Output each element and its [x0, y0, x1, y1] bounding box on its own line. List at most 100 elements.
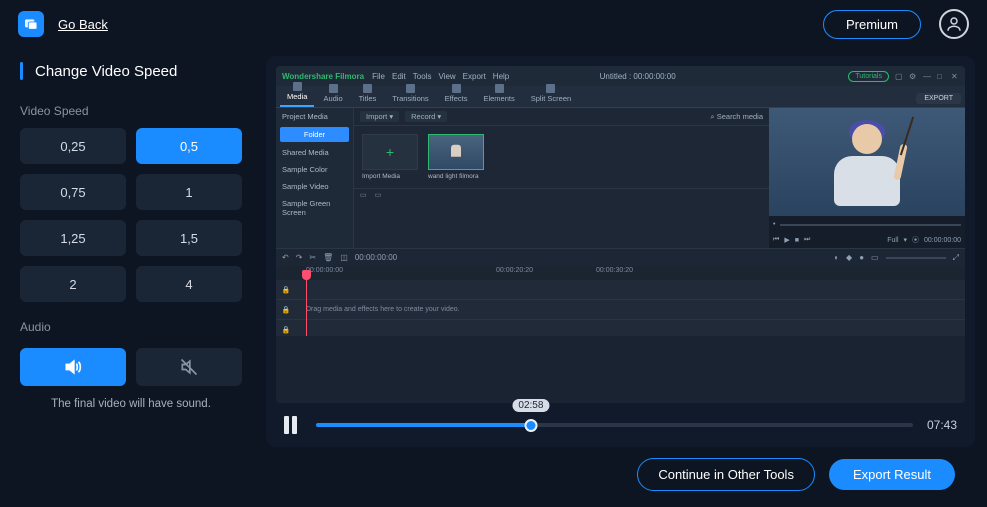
editor-mid-bar: Import ▾ Record ▾ ⌕ Search media [354, 108, 769, 126]
speed-option-0-25[interactable]: 0,25 [20, 128, 126, 164]
speaker-on-icon [63, 357, 83, 377]
content: Wondershare Filmora FileEditToolsViewExp… [262, 48, 987, 507]
preview-person [832, 118, 902, 206]
clip-tile[interactable]: wand light filmora [428, 134, 484, 180]
editor-left-item[interactable]: Sample Color [276, 161, 353, 178]
editor-menu-tools[interactable]: Tools [413, 72, 432, 81]
window-max-icon[interactable]: □ [937, 72, 945, 81]
import-media-tile[interactable]: + Import Media [362, 134, 418, 180]
sidebar: Change Video Speed Video Speed 0,250,50,… [0, 48, 262, 507]
pv-prev-icon[interactable]: ⏮ [773, 236, 779, 244]
editor-screenshot: Wondershare Filmora FileEditToolsViewExp… [276, 66, 965, 403]
tutorials-pill[interactable]: Tutorials [848, 71, 889, 82]
seek-track[interactable]: 02:58 [316, 416, 913, 434]
preview-controls: ⏮ ▶ ■ ⏭ Full ▾ ⦿ 00:00:00:00 [769, 232, 965, 248]
audio-desc: The final video will have sound. [20, 398, 242, 410]
editor-tab-transitions[interactable]: Transitions [385, 81, 435, 107]
speed-grid: 0,25 0,5 0,75 1 1,25 1,5 24 [20, 128, 242, 302]
tl-render-icon[interactable]: ▭ [871, 253, 879, 262]
tl-marker-icon[interactable]: ◆ [846, 253, 852, 262]
clip-thumbnail [429, 135, 483, 169]
go-back-link[interactable]: Go Back [58, 17, 108, 32]
editor-preview-col: • ⏮ ▶ ■ ⏭ Full ▾ ⦿ 00:00:00:00 [769, 108, 965, 248]
pv-full-label[interactable]: Full [887, 237, 898, 244]
plus-icon: + [386, 144, 394, 160]
editor-menu: File Edit Tools View Export Help [372, 72, 509, 81]
speed-option-2[interactable]: 2 [20, 266, 126, 302]
continue-other-tools-button[interactable]: Continue in Other Tools [637, 458, 815, 491]
accent-bar [20, 62, 23, 80]
premium-button[interactable]: Premium [823, 10, 921, 39]
pause-button[interactable] [284, 416, 302, 434]
main: Change Video Speed Video Speed 0,250,50,… [0, 48, 987, 507]
editor-left-item[interactable]: Shared Media [276, 144, 353, 161]
speed-option-1-25[interactable]: 1,25 [20, 220, 126, 256]
tl-cut-icon[interactable]: ✂ [309, 253, 316, 262]
editor-left-col: Project Media Folder Shared MediaSample Co… [276, 108, 354, 248]
speed-option-1-5[interactable]: 1,5 [136, 220, 242, 256]
tl-mixer-icon[interactable]: ◐ [834, 253, 839, 262]
editor-body: Project Media Folder Shared MediaSample Co… [276, 108, 965, 248]
preview-panel: Wondershare Filmora FileEditToolsViewExp… [266, 56, 975, 447]
editor-menu-help[interactable]: Help [493, 72, 509, 81]
player-bar: 02:58 07:43 [266, 403, 975, 447]
tl-record-icon[interactable]: ● [859, 253, 864, 262]
editor-left-item[interactable]: Folder [280, 127, 349, 142]
speed-option-0-75[interactable]: 0,75 [20, 174, 126, 210]
sidebar-title: Change Video Speed [35, 63, 177, 80]
pv-play-icon[interactable]: ▶ [784, 236, 789, 244]
window-settings-icon[interactable]: ⚙ [909, 72, 917, 81]
record-dropdown[interactable]: Record ▾ [405, 111, 447, 122]
editor-tab-effects[interactable]: Effects [438, 81, 475, 107]
audio-off-button[interactable] [136, 348, 242, 386]
editor-media-grid: + Import Media wand light filmora [354, 126, 769, 188]
tl-redo-icon[interactable]: ↷ [296, 253, 303, 262]
editor-menu-view[interactable]: View [438, 72, 455, 81]
window-min-icon[interactable]: — [923, 72, 931, 81]
editor-menu-file[interactable]: File [372, 72, 385, 81]
window-export-icon[interactable]: ▢ [895, 72, 903, 81]
editor-tab-titles[interactable]: Titles [352, 81, 384, 107]
pv-snapshot-icon[interactable]: ⦿ [912, 235, 919, 245]
ruler-time: 00:00:00:00 [306, 267, 343, 274]
editor-menu-export[interactable]: Export [463, 72, 486, 81]
tl-crop-icon[interactable]: ◫ [340, 253, 348, 262]
profile-icon[interactable] [939, 9, 969, 39]
drag-hint: Drag media and effects here to create yo… [296, 306, 460, 313]
pv-next-icon[interactable]: ⏭ [804, 236, 810, 244]
speed-option-4[interactable]: 4 [136, 266, 242, 302]
editor-tab-split-screen[interactable]: Split Screen [524, 81, 578, 107]
timeline-toolbar: ↶ ↷ ✂ 🗑 ◫ 00:00:00:00 ◐ ◆ ● ▭ ⤢ [276, 248, 965, 266]
editor-tab-elements[interactable]: Elements [476, 81, 521, 107]
editor-left-item[interactable]: Sample Green Screen [276, 195, 353, 221]
audio-on-button[interactable] [20, 348, 126, 386]
preview-seekbar[interactable]: • [769, 216, 965, 232]
editor-left-bottombar: ▭▭ [354, 188, 769, 200]
timeline-tracks[interactable]: 🔒 🔒Drag media and effects here to create… [276, 280, 965, 336]
window-close-icon[interactable]: ✕ [951, 72, 959, 81]
playhead-icon[interactable] [306, 280, 307, 336]
editor-left-item[interactable]: Sample Video [276, 178, 353, 195]
editor-tab-audio[interactable]: Audio [316, 81, 349, 107]
search-media-label: Search media [717, 112, 763, 121]
editor-left-item[interactable]: Project Media [276, 108, 353, 125]
current-time-badge: 02:58 [512, 399, 549, 412]
speed-option-1[interactable]: 1 [136, 174, 242, 210]
editor-menu-edit[interactable]: Edit [392, 72, 406, 81]
tl-undo-icon[interactable]: ↶ [282, 253, 289, 262]
speed-option-0-5[interactable]: 0,5 [136, 128, 242, 164]
audio-label: Audio [20, 320, 242, 334]
clip-caption: wand light filmora [428, 173, 484, 180]
pv-stop-icon[interactable]: ■ [795, 237, 799, 244]
editor-tab-media[interactable]: Media [280, 79, 314, 107]
import-media-caption: Import Media [362, 173, 418, 180]
editor-export-button[interactable]: EXPORT [916, 93, 961, 104]
seek-thumb[interactable] [524, 419, 537, 432]
editor-mid-col: Import ▾ Record ▾ ⌕ Search media + Impor… [354, 108, 769, 248]
import-dropdown[interactable]: Import ▾ [360, 111, 399, 122]
export-result-button[interactable]: Export Result [829, 459, 955, 490]
tl-fit-icon[interactable]: ⤢ [953, 253, 959, 263]
tl-delete-icon[interactable]: 🗑 [323, 253, 333, 262]
editor-project-status: Untitled : 00:00:00:00 [600, 72, 676, 81]
timeline-ruler[interactable]: 00:00:00:0000:00:20:2000:00:30:20 [276, 266, 965, 280]
